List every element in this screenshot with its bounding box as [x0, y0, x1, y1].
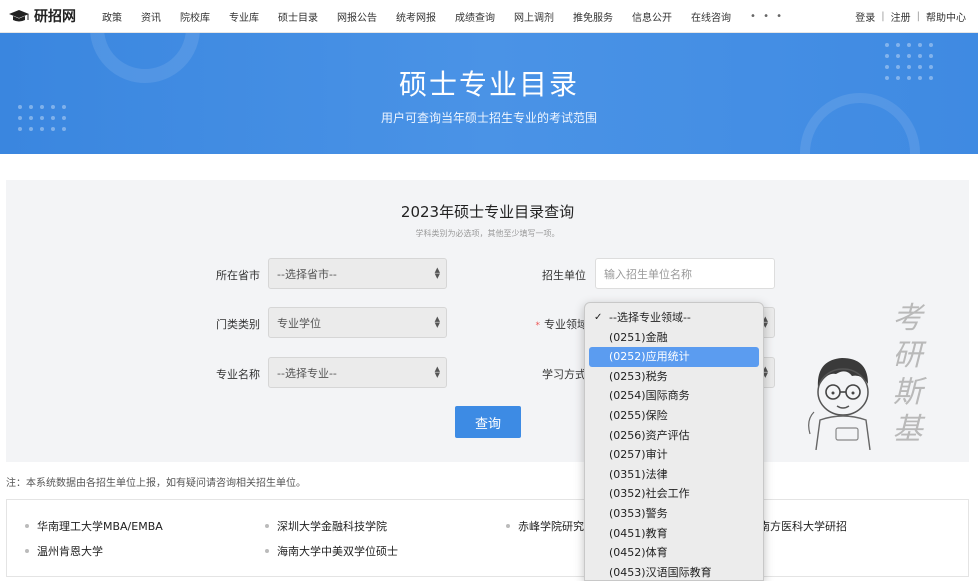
major-select[interactable]: --选择专业-- ▲ ▼ [268, 357, 447, 388]
dropdown-option-label: --选择专业领域-- [609, 311, 691, 324]
select-arrows-icon: ▲ ▼ [434, 365, 440, 379]
school-link[interactable]: 温州肯恩大学 [25, 543, 103, 559]
dropdown-option[interactable]: (0351)法律 [589, 465, 759, 485]
unit-input[interactable]: 输入招生单位名称 [595, 258, 775, 289]
nav-item[interactable]: 硕士目录 [278, 9, 318, 24]
dropdown-option-label: (0351)法律 [609, 467, 668, 481]
major-select-value: --选择专业-- [277, 366, 337, 380]
unit-input-placeholder: 输入招生单位名称 [604, 267, 692, 281]
user-links: 登录 | 注册 | 帮助中心 [855, 0, 966, 33]
dropdown-option[interactable]: ✓ --选择专业领域-- [589, 308, 759, 328]
site-logo[interactable]: 研招网 [8, 6, 88, 26]
dropdown-option[interactable]: (0254)国际商务 [589, 386, 759, 406]
page-subtitle: 用户可查询当年硕士招生专业的考试范围 [380, 111, 597, 125]
dropdown-option-label: (0353)警务 [609, 506, 668, 520]
dropdown-option-label: (0253)税务 [609, 369, 668, 383]
nav-item[interactable]: 政策 [102, 9, 122, 24]
nav-item[interactable]: 网报公告 [337, 9, 377, 24]
dropdown-option-label: (0452)体育 [609, 546, 668, 560]
nav-item[interactable]: 成绩查询 [455, 9, 495, 24]
panel-hint: 学科类别为必选项，其他至少填写一项。 [415, 229, 560, 238]
school-links-box: 华南理工大学MBA/EMBA 深圳大学金融科技学院 赤峰学院研究 南方医科大学研… [6, 499, 969, 577]
dropdown-option-label: (0451)教育 [609, 526, 668, 540]
dropdown-option[interactable]: (0251)金融 [589, 328, 759, 348]
nav-item[interactable]: 在线咨询 [691, 9, 731, 24]
select-arrows-icon: ▲ ▼ [434, 315, 440, 329]
register-link[interactable]: 注册 [891, 9, 911, 24]
school-link[interactable]: 赤峰学院研究 [506, 518, 584, 534]
dropdown-option-label: (0256)资产评估 [609, 428, 690, 442]
dropdown-option-label: (0252)应用统计 [609, 350, 690, 364]
divider: | [881, 11, 885, 22]
page-banner: 硕士专业目录 用户可查询当年硕士招生专业的考试范围 [0, 33, 978, 154]
dropdown-option-label: (0257)审计 [609, 448, 668, 462]
dropdown-option-label: (0255)保险 [609, 408, 668, 422]
site-name: 研招网 [34, 9, 76, 25]
province-select-value: --选择省市-- [277, 267, 337, 281]
dropdown-option[interactable]: (0252)应用统计 [589, 347, 759, 367]
unit-label: 招生单位 [542, 269, 586, 282]
dropdown-option[interactable]: (0253)税务 [589, 367, 759, 387]
dropdown-option[interactable]: (0452)体育 [589, 543, 759, 563]
school-link[interactable]: 海南大学中美双学位硕士 [265, 543, 398, 559]
disclaimer-note: 注：本系统数据由各招生单位上报，如有疑问请咨询相关招生单位。 [6, 478, 306, 489]
nav-item[interactable]: 网上调剂 [514, 9, 554, 24]
dropdown-option[interactable]: (0453)汉语国际教育 [589, 563, 759, 580]
dropdown-option-label: (0453)汉语国际教育 [609, 565, 712, 579]
field-dropdown-list[interactable]: ✓ --选择专业领域-- (0251)金融 (0252)应用统计 (0253)税务 (02… [584, 302, 764, 581]
nav-item[interactable]: 院校库 [180, 9, 210, 24]
query-button[interactable]: 查询 [455, 406, 521, 438]
divider: | [916, 11, 920, 22]
school-link[interactable]: 华南理工大学MBA/EMBA [25, 518, 163, 534]
nav-item[interactable]: 专业库 [229, 9, 259, 24]
dropdown-option[interactable]: (0352)社会工作 [589, 484, 759, 504]
dropdown-option[interactable]: (0451)教育 [589, 524, 759, 544]
watermark-text: 考研斯基 [892, 301, 923, 447]
field-label-text: 专业领域 [544, 318, 588, 331]
province-select[interactable]: --选择省市-- ▲ ▼ [268, 258, 447, 289]
nav-item[interactable]: 统考网报 [396, 9, 436, 24]
required-mark: * [535, 321, 541, 331]
category-select[interactable]: 专业学位 ▲ ▼ [268, 307, 447, 338]
dropdown-option[interactable]: (0353)警务 [589, 504, 759, 524]
dropdown-option[interactable]: (0256)资产评估 [589, 426, 759, 446]
top-navbar: 研招网 政策 资讯 院校库 专业库 硕士目录 网报公告 统考网报 成绩查询 网上调剂 推免服务 信息… [0, 0, 978, 33]
school-link[interactable]: 深圳大学金融科技学院 [265, 518, 387, 534]
help-center-link[interactable]: 帮助中心 [926, 9, 966, 24]
dropdown-option-label: (0254)国际商务 [609, 389, 690, 403]
nav-item[interactable]: 推免服务 [573, 9, 613, 24]
select-arrows-icon: ▲ ▼ [434, 266, 440, 280]
dropdown-option-label: (0352)社会工作 [609, 487, 690, 501]
nav-item[interactable]: 资讯 [141, 9, 161, 24]
dropdown-option[interactable]: (0255)保险 [589, 406, 759, 426]
province-label: 所在省市 [216, 269, 260, 282]
dropdown-option[interactable]: (0257)审计 [589, 445, 759, 465]
nav-item[interactable]: 信息公开 [632, 9, 672, 24]
field-label: * 专业领域 [516, 316, 589, 332]
checkmark-icon: ✓ [594, 312, 603, 323]
category-label: 门类类别 [216, 318, 260, 331]
page-title: 硕士专业目录 [398, 68, 579, 101]
major-label: 专业名称 [216, 368, 260, 381]
nav-menu: 政策 资讯 院校库 专业库 硕士目录 网报公告 统考网报 成绩查询 网上调剂 推免服务 信息公开 在线… [102, 9, 750, 24]
category-select-value: 专业学位 [277, 316, 321, 330]
panel-title: 2023年硕士专业目录查询 [400, 203, 575, 221]
cartoon-student-illustration [808, 358, 871, 450]
school-link[interactable]: 南方医科大学研招 [747, 518, 847, 534]
more-menu-icon[interactable]: • • • [750, 11, 784, 22]
login-link[interactable]: 登录 [855, 9, 875, 24]
dropdown-option-label: (0251)金融 [609, 330, 668, 344]
study-mode-label: 学习方式 [542, 368, 586, 381]
graduation-cap-icon [9, 10, 29, 22]
